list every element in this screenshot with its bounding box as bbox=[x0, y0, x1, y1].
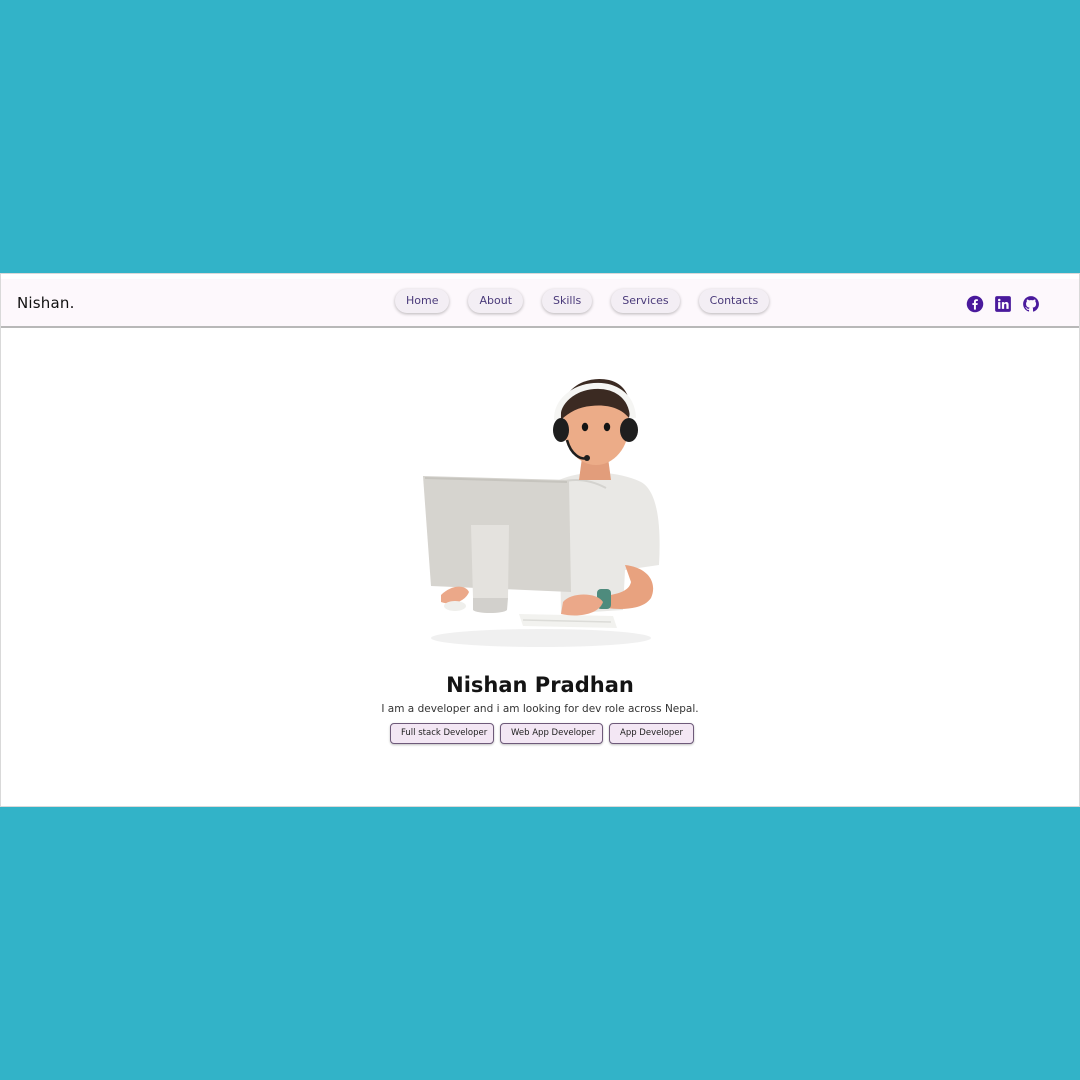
nav-links: Home About Skills Services Contacts bbox=[395, 289, 770, 313]
github-icon[interactable] bbox=[1022, 295, 1040, 313]
brand-logo[interactable]: Nishan. bbox=[17, 294, 75, 312]
nav-skills[interactable]: Skills bbox=[542, 289, 593, 313]
role-chip-app[interactable]: App Developer bbox=[609, 723, 694, 744]
nav-about[interactable]: About bbox=[468, 289, 524, 313]
linkedin-icon[interactable] bbox=[994, 295, 1012, 313]
portfolio-page: Nishan. Home About Skills Services Conta… bbox=[0, 273, 1080, 807]
hero-name: Nishan Pradhan bbox=[446, 673, 634, 697]
role-chips: Full stack Developer Web App Developer A… bbox=[390, 723, 694, 744]
nav-services[interactable]: Services bbox=[611, 289, 680, 313]
developer-illustration bbox=[411, 370, 671, 650]
nav-contacts[interactable]: Contacts bbox=[698, 289, 770, 313]
nav-home[interactable]: Home bbox=[395, 289, 450, 313]
role-chip-web-app[interactable]: Web App Developer bbox=[500, 723, 603, 744]
social-links bbox=[966, 295, 1040, 313]
navbar: Nishan. Home About Skills Services Conta… bbox=[1, 279, 1079, 328]
hero-tagline: I am a developer and i am looking for de… bbox=[381, 703, 699, 715]
facebook-icon[interactable] bbox=[966, 295, 984, 313]
role-chip-full-stack[interactable]: Full stack Developer bbox=[390, 723, 494, 744]
